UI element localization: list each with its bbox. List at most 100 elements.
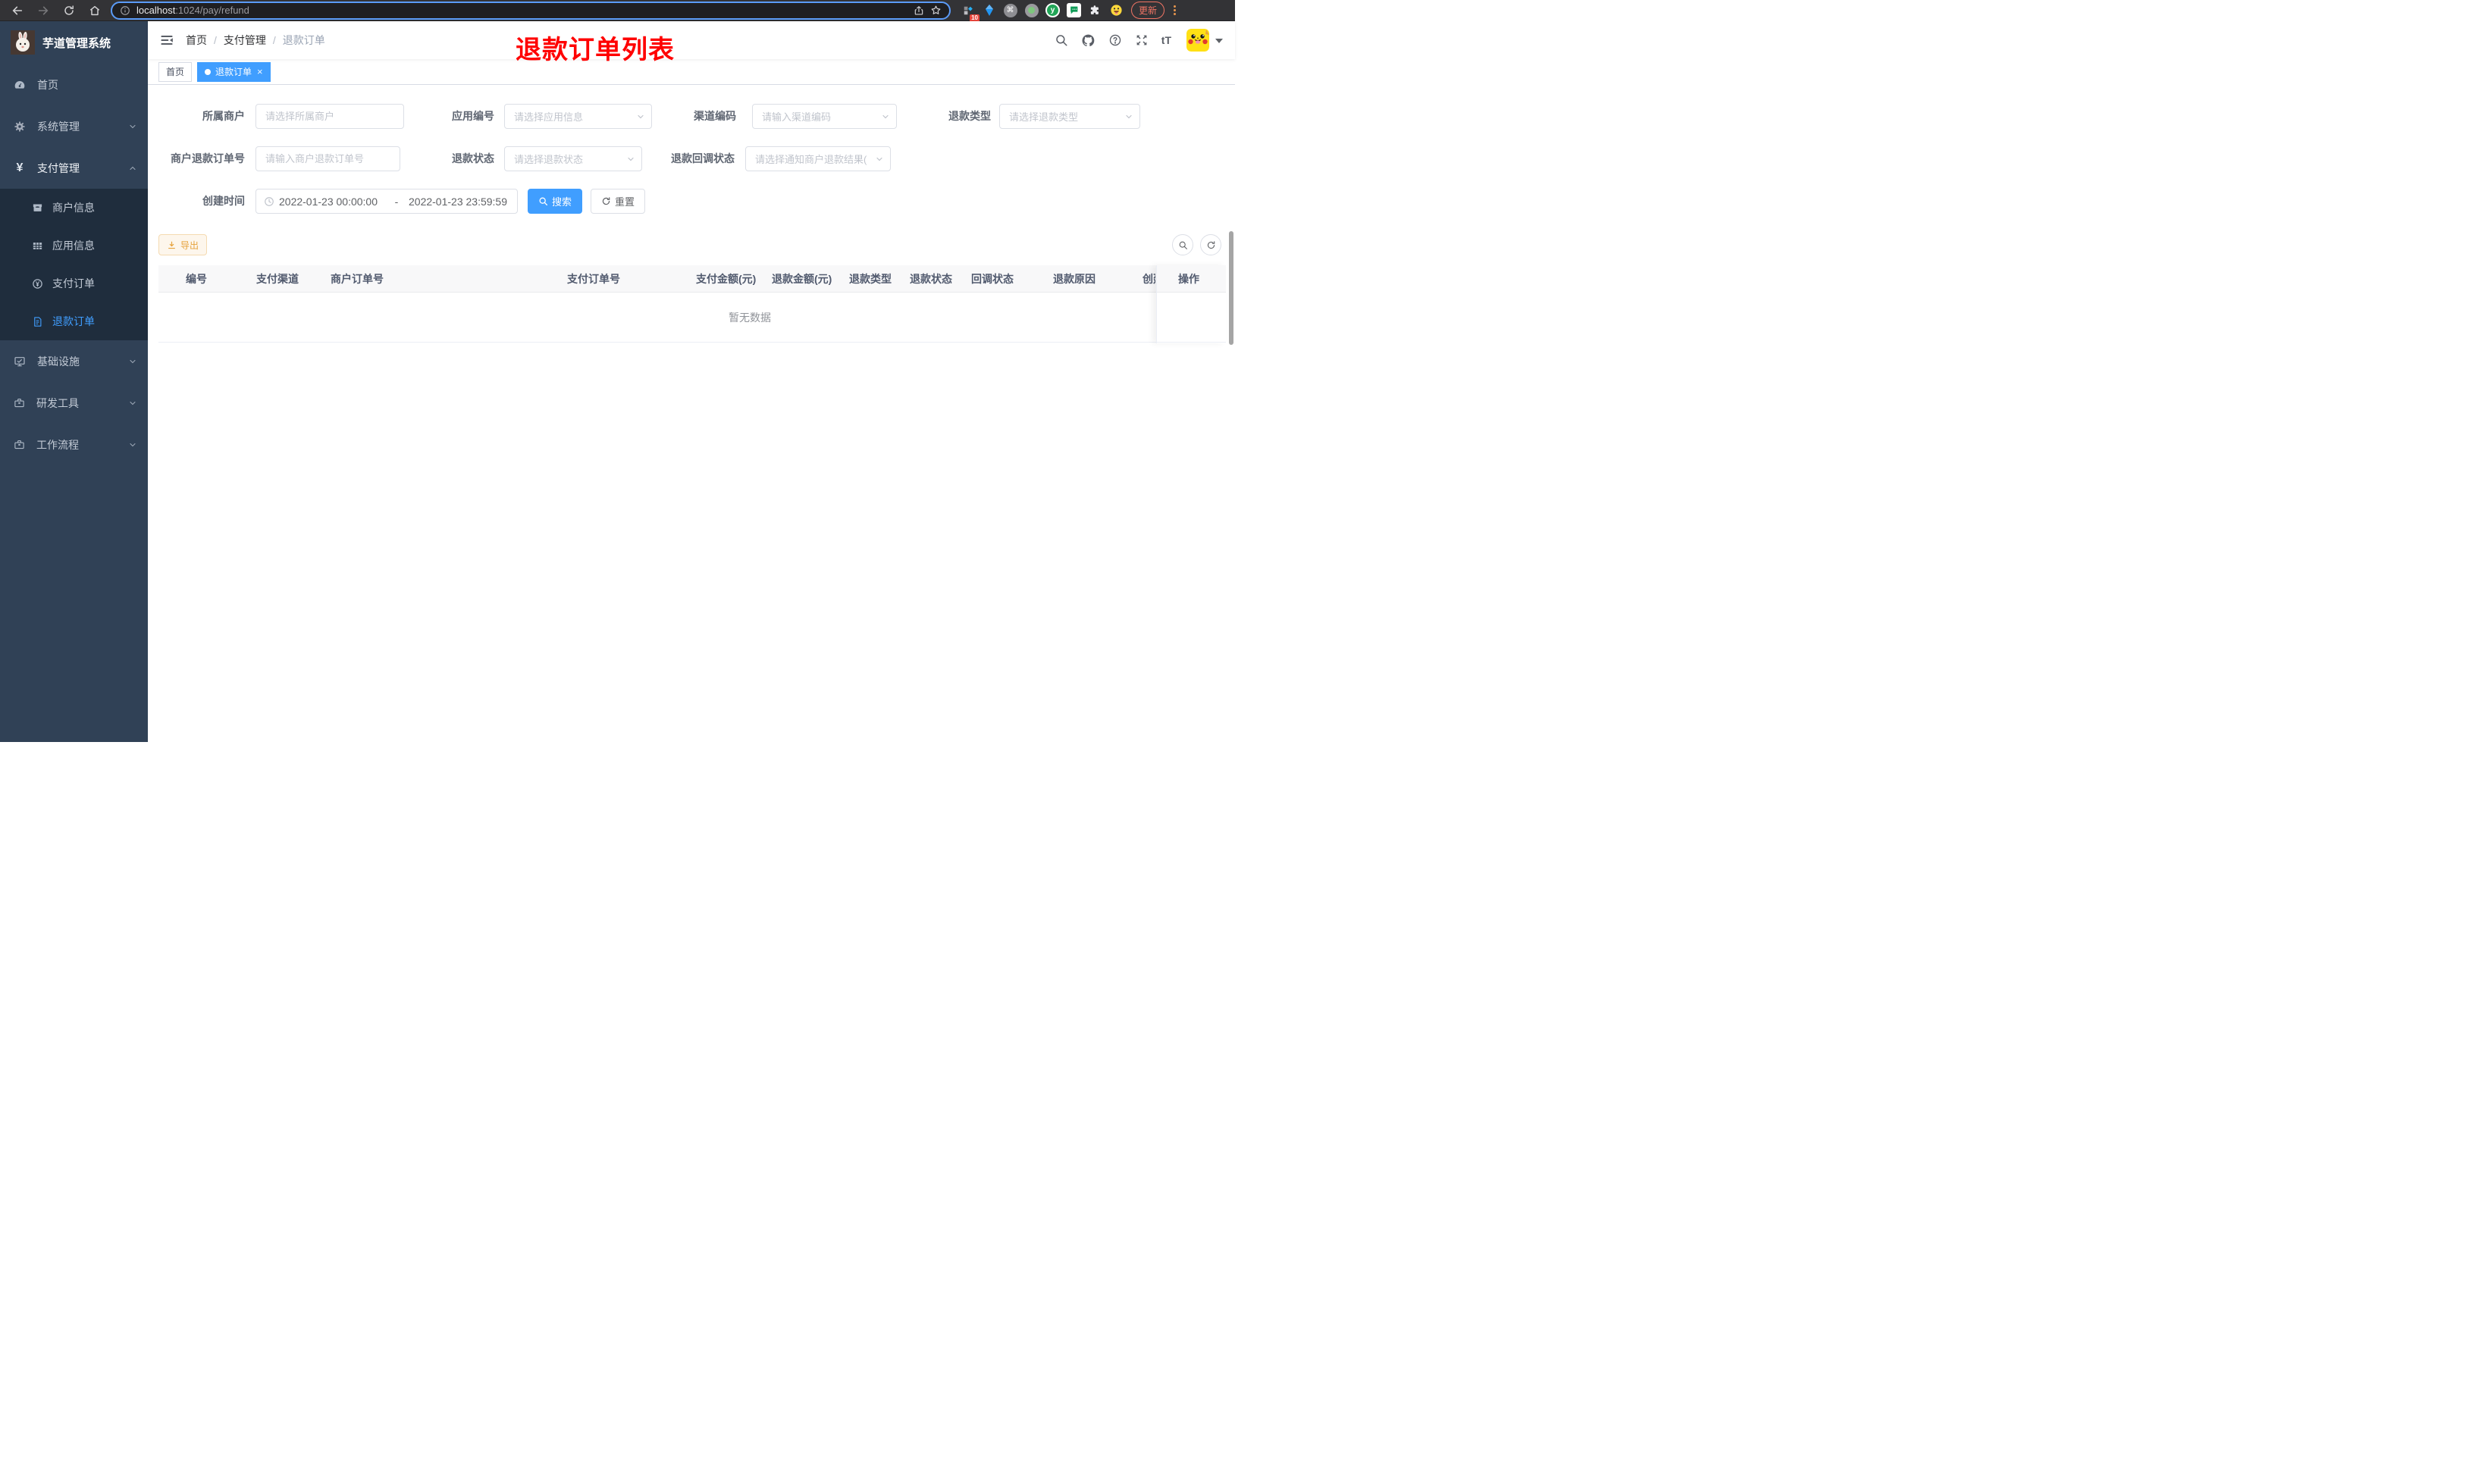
url-bar[interactable]: localhost:1024/pay/refund [111, 1, 951, 20]
refresh-table-button[interactable] [1200, 234, 1221, 255]
sidebar-item-system[interactable]: 系统管理 [0, 105, 148, 147]
navbar-actions: tT [1055, 29, 1223, 52]
sidebar-item-app-info[interactable]: 应用信息 [0, 227, 148, 265]
sidebar-item-label: 基础设施 [37, 355, 80, 368]
sidebar-item-home[interactable]: 首页 [0, 64, 148, 105]
chevron-down-icon [638, 114, 644, 118]
owner-merchant-label: 所属商户 [202, 110, 245, 122]
column-header-callback-status: 回调状态 [971, 273, 1014, 285]
hamburger-fold-icon [161, 36, 173, 45]
search-icon [1179, 241, 1187, 249]
back-arrow-icon [12, 6, 23, 14]
main-panel: 首页 / 支付管理 / 退款订单 tT 首页 退款订单 × 所属商户 请选择所属… [148, 21, 1235, 742]
app-id-label: 应用编号 [452, 110, 494, 122]
column-header-action: 操作 [1178, 273, 1199, 285]
browser-home-button[interactable] [85, 2, 105, 20]
tag-home[interactable]: 首页 [158, 61, 193, 82]
fullscreen-icon [1136, 35, 1147, 45]
bookmark-star-icon[interactable] [930, 5, 942, 16]
reset-button[interactable]: 重置 [591, 189, 645, 214]
store-icon [33, 204, 42, 211]
refresh-icon [1207, 240, 1215, 249]
select-placeholder: 请输入渠道编码 [762, 111, 832, 123]
github-link-button[interactable] [1081, 33, 1096, 48]
clock-icon [265, 196, 274, 206]
github-icon [1082, 34, 1095, 46]
sidebar-item-label: 商户信息 [52, 202, 95, 214]
header-search-button[interactable] [1055, 33, 1068, 47]
extension-badge: 10 [970, 14, 980, 22]
font-size-button[interactable]: tT [1161, 34, 1171, 46]
y-logo-icon: y [1045, 3, 1060, 17]
question-circle-icon [1109, 34, 1121, 46]
refund-type-select[interactable]: 请选择退款类型 [999, 104, 1140, 129]
sidebar-item-workflow[interactable]: 工作流程 [0, 424, 148, 465]
breadcrumb-home[interactable]: 首页 [186, 33, 207, 48]
download-icon [168, 241, 175, 249]
briefcase-icon [14, 398, 24, 408]
breadcrumb-pay[interactable]: 支付管理 [224, 33, 266, 48]
sidebar-item-infra[interactable]: 基础设施 [0, 340, 148, 382]
column-header-refund-status: 退款状态 [910, 273, 952, 285]
help-button[interactable] [1108, 33, 1122, 47]
refund-status-select[interactable]: 请选择退款状态 [504, 146, 642, 171]
page-title-annotation: 退款订单列表 [516, 36, 675, 64]
column-header-pay-order-no: 支付订单号 [567, 273, 620, 285]
site-info-icon[interactable] [120, 5, 130, 16]
extension-emoji-icon[interactable] [1107, 2, 1126, 20]
sidebar-item-label: 退款订单 [52, 315, 95, 327]
extension-recorder-icon[interactable] [1022, 2, 1041, 20]
sidebar-item-devtools[interactable]: 研发工具 [0, 382, 148, 424]
browser-forward-button[interactable] [33, 2, 53, 20]
sidebar-item-label: 首页 [37, 78, 58, 91]
chevron-down-icon [628, 157, 634, 161]
puzzle-icon [1090, 5, 1099, 14]
select-placeholder: 请选择应用信息 [514, 111, 584, 123]
sidebar-item-label: 研发工具 [36, 396, 79, 409]
extension-tab-manager-icon[interactable]: 10 [958, 2, 980, 22]
fullscreen-button[interactable] [1135, 33, 1149, 47]
close-icon[interactable]: × [257, 67, 263, 77]
sidebar-fold-button[interactable] [160, 33, 174, 47]
date-start-value[interactable]: 2022-01-23 00:00:00 [279, 196, 384, 208]
extension-chat-icon[interactable] [1064, 2, 1083, 20]
date-end-value[interactable]: 2022-01-23 23:59:59 [409, 196, 514, 208]
sidebar-logo[interactable]: 芋道管理系统 [0, 21, 148, 64]
extensions-puzzle-icon[interactable] [1086, 2, 1105, 20]
browser-update-button[interactable]: 更新 [1131, 2, 1165, 19]
merchant-refund-no-input[interactable] [255, 146, 400, 171]
create-time-range-picker[interactable]: 2022-01-23 00:00:00 - 2022-01-23 23:59:5… [255, 189, 518, 214]
browser-back-button[interactable] [8, 2, 27, 20]
extension-y-icon[interactable]: y [1043, 2, 1062, 20]
user-menu[interactable] [1186, 29, 1223, 52]
column-header-refund-reason: 退款原因 [1053, 273, 1096, 285]
active-dot-icon [205, 68, 212, 75]
column-header-id: 编号 [186, 273, 207, 285]
forward-arrow-icon [38, 6, 49, 14]
share-icon[interactable] [914, 5, 924, 16]
notify-status-select[interactable]: 请选择通知商户退款结果( [745, 146, 891, 171]
chevron-down-icon [882, 114, 889, 118]
owner-merchant-input[interactable] [255, 104, 404, 129]
show-search-toggle-button[interactable] [1172, 234, 1193, 255]
chevron-down-icon [876, 157, 882, 161]
vertical-scrollbar[interactable] [1229, 231, 1233, 345]
kite-icon [985, 5, 993, 16]
search-button[interactable]: 搜索 [528, 189, 582, 214]
sidebar-item-refund-order[interactable]: 退款订单 [0, 302, 148, 340]
avatar[interactable] [1186, 29, 1209, 52]
extension-kite-icon[interactable] [980, 2, 998, 20]
tag-refund-order[interactable]: 退款订单 × [197, 61, 271, 82]
page-content: 所属商户 应用编号 请选择应用信息 渠道编码 请输入渠道编码 退款类型 请选择退… [148, 85, 1235, 742]
sidebar-item-merchant-info[interactable]: 商户信息 [0, 189, 148, 227]
channel-code-select[interactable]: 请输入渠道编码 [752, 104, 897, 129]
sidebar-item-pay[interactable]: ¥ 支付管理 [0, 147, 148, 189]
app-id-select[interactable]: 请选择应用信息 [504, 104, 652, 129]
select-placeholder: 请选择退款状态 [514, 154, 584, 165]
export-button[interactable]: 导出 [158, 234, 208, 255]
browser-reload-button[interactable] [59, 2, 79, 20]
browser-menu-button[interactable] [1168, 5, 1181, 15]
sidebar-item-pay-order[interactable]: 支付订单 [0, 265, 148, 302]
app-window: 芋道管理系统 首页 系统管理 ¥ 支付管理 商户信息 应用信息 支付订单 退款订… [0, 21, 1235, 742]
extension-command-icon[interactable]: ⌘ [1001, 2, 1020, 20]
